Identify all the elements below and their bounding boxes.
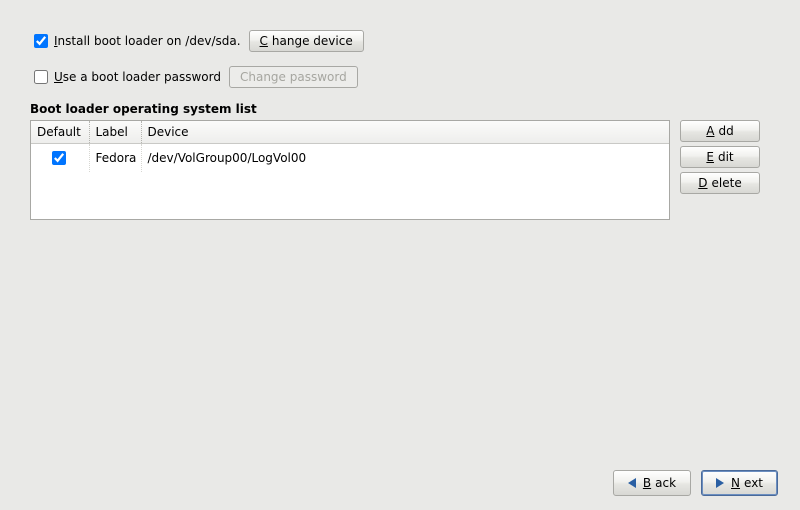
col-header-default[interactable]: Default bbox=[31, 121, 89, 144]
arrow-left-icon bbox=[628, 478, 636, 488]
col-header-device[interactable]: Device bbox=[141, 121, 669, 144]
edit-button[interactable]: Edit bbox=[680, 146, 760, 168]
table-row[interactable]: Fedora /dev/VolGroup00/LogVol00 bbox=[31, 144, 669, 173]
os-table[interactable]: Default Label Device Fedora /dev/VolGrou… bbox=[30, 120, 670, 220]
row-default-checkbox[interactable] bbox=[52, 151, 66, 165]
row-device-cell: /dev/VolGroup00/LogVol00 bbox=[141, 144, 669, 173]
row-default-cell bbox=[31, 144, 89, 173]
arrow-right-icon bbox=[716, 478, 724, 488]
install-bootloader-label: Install boot loader on /dev/sda. bbox=[54, 34, 241, 48]
use-password-label: Use a boot loader password bbox=[54, 70, 221, 84]
bootloader-config-panel: Install boot loader on /dev/sda. Change … bbox=[0, 0, 800, 510]
delete-button[interactable]: Delete bbox=[680, 172, 760, 194]
use-password-row: Use a boot loader password Change passwo… bbox=[30, 66, 770, 88]
back-button[interactable]: Back bbox=[613, 470, 691, 496]
use-password-checkbox[interactable] bbox=[34, 70, 48, 84]
install-bootloader-checkbox[interactable] bbox=[34, 34, 48, 48]
change-device-button[interactable]: Change device bbox=[249, 30, 364, 52]
change-password-button: Change password bbox=[229, 66, 358, 88]
next-button[interactable]: Next bbox=[701, 470, 778, 496]
col-header-label[interactable]: Label bbox=[89, 121, 141, 144]
os-list-area: Default Label Device Fedora /dev/VolGrou… bbox=[30, 120, 770, 220]
install-bootloader-row: Install boot loader on /dev/sda. Change … bbox=[30, 30, 770, 52]
os-list-title: Boot loader operating system list bbox=[30, 102, 770, 116]
add-button[interactable]: Add bbox=[680, 120, 760, 142]
os-side-buttons: Add Edit Delete bbox=[680, 120, 760, 194]
row-label-cell: Fedora bbox=[89, 144, 141, 173]
wizard-footer: Back Next bbox=[613, 470, 778, 496]
os-table-header: Default Label Device bbox=[31, 121, 669, 144]
